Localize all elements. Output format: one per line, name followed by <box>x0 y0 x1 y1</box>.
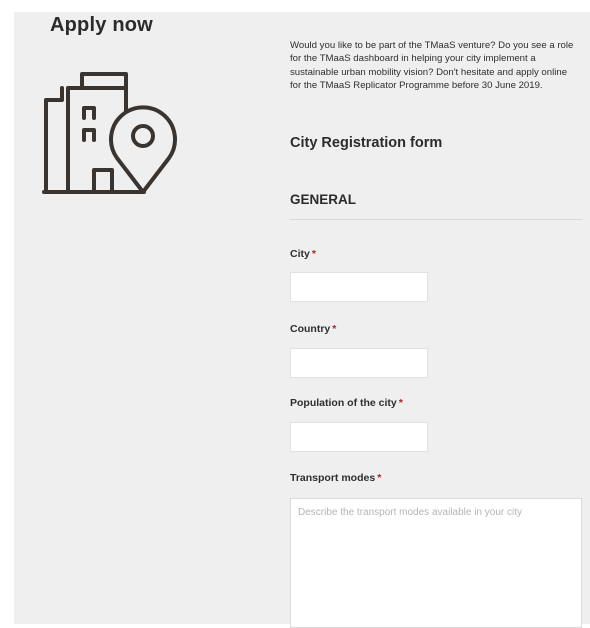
city-label: City * <box>290 248 316 260</box>
form-title: City Registration form <box>290 135 443 151</box>
required-marker: * <box>377 472 382 484</box>
country-label-text: Country <box>290 323 331 335</box>
required-marker: * <box>398 397 403 409</box>
transport-modes-textarea[interactable] <box>290 498 582 628</box>
country-label: Country * <box>290 323 336 335</box>
population-input[interactable] <box>290 422 428 452</box>
population-label-text: Population of the city <box>290 397 397 409</box>
section-divider <box>290 219 582 220</box>
intro-text: Would you like to be part of the TMaaS v… <box>290 40 574 92</box>
country-input[interactable] <box>290 348 428 378</box>
required-marker: * <box>332 323 337 335</box>
city-label-text: City <box>290 248 310 260</box>
page: Apply now Would you like to be part of t… <box>14 12 590 628</box>
population-label: Population of the city * <box>290 397 403 409</box>
required-marker: * <box>311 248 316 260</box>
page-title: Apply now <box>50 14 153 36</box>
transport-modes-label: Transport modes * <box>290 472 381 484</box>
city-input[interactable] <box>290 272 428 302</box>
section-title-general: GENERAL <box>290 192 357 207</box>
building-location-pin-icon <box>42 72 177 194</box>
transport-modes-label-text: Transport modes <box>290 472 376 484</box>
